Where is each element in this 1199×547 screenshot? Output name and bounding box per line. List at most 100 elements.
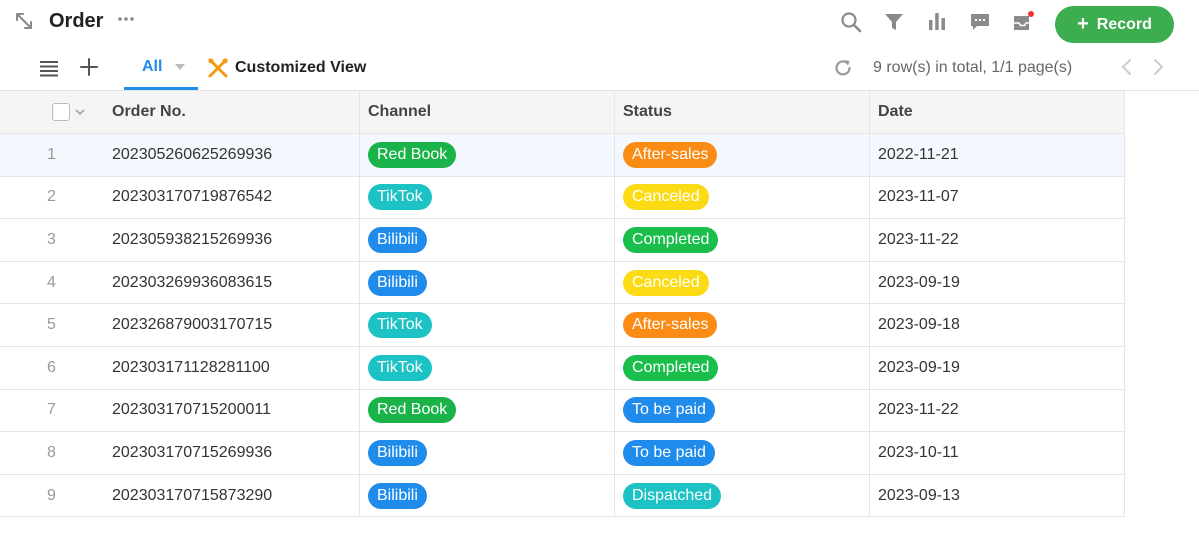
order-no-cell[interactable]: 202326879003170715 xyxy=(103,304,360,346)
date-cell[interactable]: 2023-10-11 xyxy=(870,432,1125,474)
table-row[interactable]: 2 202303170719876542 TikTok Canceled 2023-11… xyxy=(0,176,1125,220)
page-title: Order xyxy=(49,10,104,32)
table-row[interactable]: 1 202305260625269936 Red Book After-sales 20… xyxy=(0,134,1125,177)
table-row[interactable]: 3 202305938215269936 Bilibili Completed 2023… xyxy=(0,219,1125,262)
plus-icon: + xyxy=(1077,12,1089,35)
date-cell[interactable]: 2023-09-19 xyxy=(870,261,1125,304)
column-header-status[interactable]: Status xyxy=(615,91,870,133)
order-no-cell[interactable]: 202303171128281100 xyxy=(103,346,360,389)
table-row[interactable]: 5 202326879003170715 TikTok After-sales 2023… xyxy=(0,304,1125,347)
order-no-cell[interactable]: 202303170715873290 xyxy=(103,474,360,517)
date-cell[interactable]: 2022-11-21 xyxy=(870,134,1125,176)
date-cell[interactable]: 2023-09-18 xyxy=(870,304,1125,346)
status-tag: Canceled xyxy=(623,184,709,211)
channel-tag: TikTok xyxy=(368,354,432,381)
more-icon[interactable] xyxy=(116,9,136,29)
row-index: 7 xyxy=(47,401,56,419)
status-cell[interactable]: Canceled xyxy=(615,261,870,304)
chevron-left-icon[interactable] xyxy=(1118,57,1136,77)
status-tag: After-sales xyxy=(623,141,718,168)
channel-tag: Bilibili xyxy=(368,439,427,466)
channel-cell[interactable]: TikTok xyxy=(360,304,615,346)
channel-tag: TikTok xyxy=(368,184,432,211)
chevron-down-icon[interactable] xyxy=(75,108,85,116)
customized-view-button[interactable]: Customized View xyxy=(207,57,366,79)
channel-cell[interactable]: Bilibili xyxy=(360,219,615,261)
channel-cell[interactable]: Red Book xyxy=(360,134,615,176)
tab-all-label: All xyxy=(142,58,163,75)
channel-cell[interactable]: Bilibili xyxy=(360,432,615,474)
row-index: 9 xyxy=(47,486,56,504)
table-row[interactable]: 7 202303170715200011 Red Book To be paid 202… xyxy=(0,389,1125,433)
order-no-cell[interactable]: 202303170719876542 xyxy=(103,176,360,219)
status-cell[interactable]: Completed xyxy=(615,219,870,261)
inbox-icon[interactable] xyxy=(1011,10,1035,34)
row-index: 8 xyxy=(47,443,56,461)
date-cell[interactable]: 2023-09-19 xyxy=(870,346,1125,389)
wrench-icon xyxy=(208,58,228,78)
order-no-cell[interactable]: 202303170715269936 xyxy=(103,432,360,474)
chart-icon[interactable] xyxy=(925,10,949,34)
order-no-cell[interactable]: 202303170715200011 xyxy=(103,389,360,432)
channel-cell[interactable]: Bilibili xyxy=(360,261,615,304)
date-cell[interactable]: 2023-11-07 xyxy=(870,176,1125,219)
date-cell[interactable]: 2023-11-22 xyxy=(870,219,1125,261)
select-all-checkbox[interactable] xyxy=(52,103,70,121)
add-record-button[interactable]: + Record xyxy=(1055,6,1174,43)
status-tag: Completed xyxy=(623,354,719,381)
date-cell[interactable]: 2023-11-22 xyxy=(870,389,1125,432)
order-no-cell[interactable]: 202305938215269936 xyxy=(103,219,360,261)
channel-tag: TikTok xyxy=(368,312,432,339)
comment-icon[interactable] xyxy=(968,10,992,34)
column-header-channel[interactable]: Channel xyxy=(360,91,615,133)
status-cell[interactable]: After-sales xyxy=(615,134,870,176)
channel-cell[interactable]: TikTok xyxy=(360,346,615,389)
row-index: 6 xyxy=(47,358,56,376)
status-tag: Canceled xyxy=(623,269,709,296)
refresh-icon[interactable] xyxy=(832,57,854,79)
channel-cell[interactable]: Red Book xyxy=(360,389,615,432)
chevron-down-icon[interactable] xyxy=(174,62,186,72)
record-button-label: Record xyxy=(1096,15,1152,33)
status-tag: Dispatched xyxy=(623,482,722,509)
table-row[interactable]: 6 202303171128281100 TikTok Completed 2023-0… xyxy=(0,346,1125,390)
table-row[interactable]: 4 202303269936083615 Bilibili Canceled 2023-… xyxy=(0,261,1125,305)
table-row[interactable]: 8 202303170715269936 Bilibili To be paid 202… xyxy=(0,432,1125,475)
channel-tag: Bilibili xyxy=(368,269,427,296)
table-body: 1 202305260625269936 Red Book After-sales 20… xyxy=(0,134,1125,518)
add-view-icon[interactable] xyxy=(79,57,99,77)
channel-cell[interactable]: Bilibili xyxy=(360,474,615,517)
date-cell[interactable]: 2023-09-13 xyxy=(870,474,1125,517)
select-all-cell xyxy=(0,91,103,133)
menu-icon[interactable] xyxy=(38,57,60,79)
status-cell[interactable]: After-sales xyxy=(615,304,870,346)
row-index: 5 xyxy=(47,316,56,334)
status-tag: To be paid xyxy=(623,439,715,466)
table-row[interactable]: 9 202303170715873290 Bilibili Dispatched 202… xyxy=(0,474,1125,518)
order-no-cell[interactable]: 202303269936083615 xyxy=(103,261,360,304)
status-tag: To be paid xyxy=(623,397,715,424)
column-header-date[interactable]: Date xyxy=(870,91,1125,133)
status-cell[interactable]: To be paid xyxy=(615,432,870,474)
tab-all[interactable]: All xyxy=(124,46,198,90)
status-cell[interactable]: Completed xyxy=(615,346,870,389)
order-no-cell[interactable]: 202305260625269936 xyxy=(103,134,360,176)
filter-icon[interactable] xyxy=(882,10,906,34)
channel-tag: Bilibili xyxy=(368,226,427,253)
pagination-summary: 9 row(s) in total, 1/1 page(s) xyxy=(873,59,1073,76)
table-header-row: Order No. Channel Status Date xyxy=(0,91,1125,134)
column-header-order-no[interactable]: Order No. xyxy=(103,91,360,133)
status-cell[interactable]: Canceled xyxy=(615,176,870,219)
status-cell[interactable]: Dispatched xyxy=(615,474,870,517)
channel-tag: Red Book xyxy=(368,397,457,424)
status-cell[interactable]: To be paid xyxy=(615,389,870,432)
top-bar: Order + Record xyxy=(0,0,1199,46)
expand-icon[interactable] xyxy=(14,11,34,31)
customized-view-label: Customized View xyxy=(235,59,367,76)
view-tab-bar: All Customized View 9 row(s) in total, 1… xyxy=(0,46,1199,91)
channel-cell[interactable]: TikTok xyxy=(360,176,615,219)
chevron-right-icon[interactable] xyxy=(1149,57,1167,77)
search-icon[interactable] xyxy=(839,10,863,34)
orders-table: Order No. Channel Status Date 1 202305260… xyxy=(0,91,1125,518)
channel-tag: Bilibili xyxy=(368,482,427,509)
